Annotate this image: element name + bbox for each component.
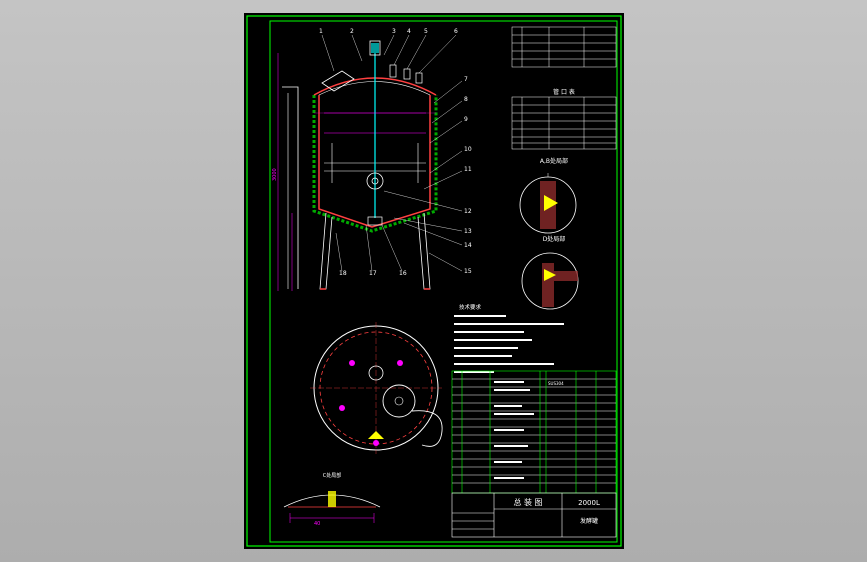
detail-d-heading: D处局部: [543, 235, 566, 243]
nozzle-table: [511, 96, 617, 150]
callout-6: 6: [454, 28, 458, 35]
drawing-main-title: 总 装 图: [513, 497, 542, 507]
cad-drawing: 1 2 3 4 5 6 7 8 9 10 11 12 13 14 15 16 1…: [246, 15, 622, 547]
height-dimension: 3000: [272, 168, 278, 181]
callout-7: 7: [464, 76, 468, 83]
callout-3: 3: [392, 28, 396, 35]
product-name: 发酵罐: [580, 517, 598, 525]
drawing-volume: 2000L: [578, 499, 600, 507]
callout-1: 1: [319, 28, 323, 35]
plan-view: [310, 322, 443, 454]
detail-ab: [519, 173, 577, 234]
nozzle-table-heading: 管 口 表: [553, 88, 575, 96]
vessel-elevation: [277, 34, 463, 291]
drawing-sheet: 1 2 3 4 5 6 7 8 9 10 11 12 13 14 15 16 1…: [244, 13, 624, 549]
detail-d: [521, 252, 579, 310]
callout-5: 5: [424, 28, 428, 35]
callout-10: 10: [464, 146, 472, 153]
callout-15: 15: [464, 268, 472, 275]
callout-8: 8: [464, 96, 468, 103]
parts-list: [451, 370, 617, 494]
callout-12: 12: [464, 208, 472, 215]
callout-18: 18: [339, 270, 347, 277]
detail-ab-heading: A,B处局部: [540, 157, 568, 165]
inner-border: [269, 20, 618, 543]
tech-requirement-lines: [454, 315, 564, 373]
spec-table: [511, 26, 617, 68]
callout-13: 13: [464, 228, 472, 235]
callout-11: 11: [464, 166, 472, 173]
bottom-dimension: 40: [314, 521, 320, 527]
callout-14: 14: [464, 242, 472, 249]
callout-2: 2: [350, 28, 354, 35]
callout-9: 9: [464, 116, 468, 123]
detail-c-heading: C处局部: [323, 472, 342, 479]
material-sample: SUS304: [548, 381, 564, 386]
callout-labels: 1 2 3 4 5 6 7 8 9 10 11 12 13 14 15 16 1…: [272, 28, 472, 277]
callout-4: 4: [407, 28, 411, 35]
callout-16: 16: [399, 270, 407, 277]
tech-requirements-heading: 技术要求: [459, 303, 482, 311]
callout-17: 17: [369, 270, 377, 277]
detail-c: [283, 491, 381, 523]
parts-list-text: [494, 381, 534, 479]
